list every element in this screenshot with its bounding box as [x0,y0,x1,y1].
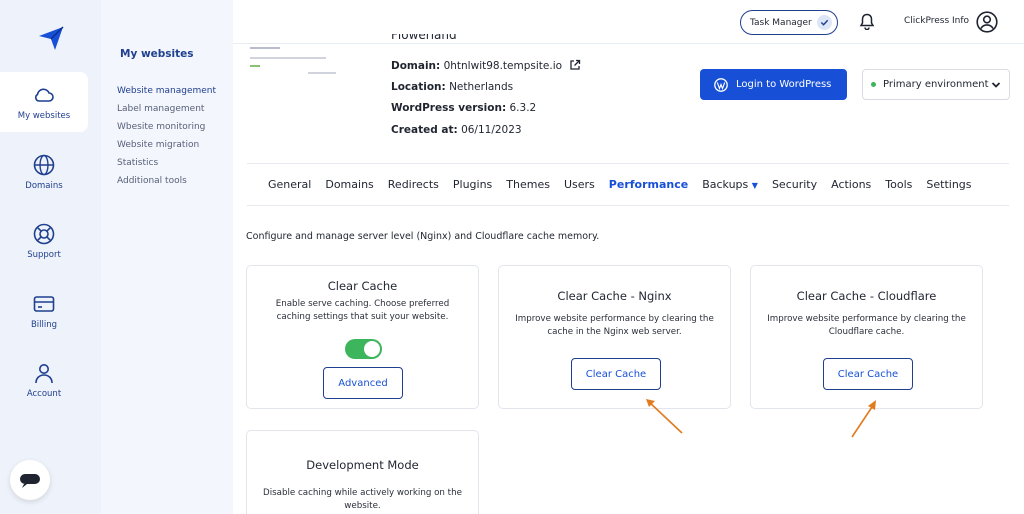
subnav-title: My websites [120,48,194,60]
site-thumbnail[interactable] [248,45,338,80]
subnav-links: Website management Label management Wbes… [117,86,216,186]
sub-navigation: My websites Website management Label man… [101,0,233,514]
divider [247,205,1009,206]
wordpress-icon [714,77,728,92]
subnav-link-label-management[interactable]: Label management [117,104,216,114]
chevron-down-icon: ▼ [751,181,758,190]
environment-select[interactable]: Primary environment [862,69,1010,100]
chat-icon [20,474,40,488]
location-value: Netherlands [449,81,514,93]
status-dot [871,82,876,87]
user-avatar-icon[interactable] [976,11,998,33]
rail-item-domains[interactable]: Domains [0,142,88,202]
annotation-arrow-icon [646,399,683,434]
main-content: Task Manager ClickPress Info Flowerland … [233,0,1024,514]
card-title: Clear Cache - Nginx [557,289,672,303]
rail-label: Account [26,389,62,399]
clear-cache-card: Clear Cache Enable serve caching. Choose… [246,265,479,409]
cache-toggle[interactable] [345,339,382,359]
rail-label: My websites [17,111,71,121]
location-label: Location: [391,81,446,93]
clear-cache-cloudflare-card: Clear Cache - Cloudflare Improve website… [750,265,983,409]
card-text: Disable caching while actively working o… [263,488,462,511]
tab-performance[interactable]: Performance [609,178,688,191]
wp-version-value: 6.3.2 [509,102,537,114]
cloud-icon [35,88,54,102]
external-link-icon[interactable] [569,59,581,71]
tab-redirects[interactable]: Redirects [388,178,439,191]
brand-logo-icon[interactable] [37,24,65,52]
card-title: Clear Cache [327,279,398,293]
top-bar: Task Manager ClickPress Info [233,0,1024,44]
site-name: Flowerland [391,34,457,42]
icon-rail: My websites Domains Support Billing Acco… [0,0,101,514]
site-tabs: General Domains Redirects Plugins Themes… [268,178,986,191]
person-icon [35,364,53,384]
performance-description: Configure and manage server level (Nginx… [246,231,600,242]
rail-item-billing[interactable]: Billing [0,281,88,341]
tab-backups-label: Backups [702,178,749,191]
domain-line: Domain: 0htnlwit98.tempsite.io [391,59,581,72]
wp-version-label: WordPress version: [391,102,507,114]
subnav-link-website-migration[interactable]: Website migration [117,140,216,150]
tab-security[interactable]: Security [772,178,817,191]
task-manager-button[interactable]: Task Manager [740,10,838,35]
wp-version-line: WordPress version: 6.3.2 [391,102,536,114]
subnav-link-statistics[interactable]: Statistics [117,158,216,168]
card-title: Development Mode [306,458,419,472]
lifebuoy-icon [33,223,55,245]
location-line: Location: Netherlands [391,81,513,93]
advanced-button[interactable]: Advanced [323,367,403,399]
tab-backups[interactable]: Backups ▼ [702,178,758,191]
app-root: My websites Domains Support Billing Acco… [0,0,1024,514]
chat-button[interactable] [10,460,50,500]
created-label: Created at: [391,124,458,136]
subnav-link-website-monitoring[interactable]: Wbesite monitoring [117,122,216,132]
tab-settings[interactable]: Settings [926,178,971,191]
annotation-arrow-icon [851,400,876,438]
clear-cache-nginx-card: Clear Cache - Nginx Improve website perf… [498,265,731,409]
login-wordpress-button[interactable]: Login to WordPress [700,69,847,100]
tab-tools[interactable]: Tools [885,178,912,191]
rail-label: Billing [30,320,58,330]
task-manager-label: Task Manager [750,17,812,28]
rail-label: Support [27,250,61,260]
tab-plugins[interactable]: Plugins [453,178,492,191]
clear-cache-nginx-button[interactable]: Clear Cache [571,358,661,390]
development-mode-card: Development Mode Disable caching while a… [246,430,479,514]
chevron-down-icon [991,82,1001,88]
created-line: Created at: 06/11/2023 [391,124,522,136]
card-text: Improve website performance by clearing … [515,314,714,337]
tab-users[interactable]: Users [564,178,595,191]
subnav-link-additional-tools[interactable]: Additional tools [117,176,216,186]
globe-icon [33,154,55,176]
rail-item-my-websites[interactable]: My websites [0,72,88,132]
domain-label: Domain: [391,60,441,72]
tab-general[interactable]: General [268,178,311,191]
tab-domains[interactable]: Domains [325,178,373,191]
card-text: Enable serve caching. Choose preferred c… [275,299,450,322]
domain-value[interactable]: 0htnlwit98.tempsite.io [444,60,562,72]
card-text: Improve website performance by clearing … [767,314,966,337]
login-wordpress-label: Login to WordPress [736,79,832,90]
subnav-link-website-management[interactable]: Website management [117,86,216,96]
tab-themes[interactable]: Themes [506,178,550,191]
check-icon [817,15,832,30]
tab-actions[interactable]: Actions [831,178,871,191]
clear-cache-cloudflare-button[interactable]: Clear Cache [823,358,913,390]
rail-item-account[interactable]: Account [0,350,88,410]
card-title: Clear Cache - Cloudflare [796,289,937,303]
divider [247,163,1009,164]
bell-icon[interactable] [859,13,875,30]
rail-label: Domains [25,181,63,191]
rail-item-support[interactable]: Support [0,211,88,271]
card-icon [33,296,55,312]
created-value: 06/11/2023 [461,124,522,136]
environment-value: Primary environment [883,79,989,90]
user-name[interactable]: ClickPress Info [904,16,969,26]
